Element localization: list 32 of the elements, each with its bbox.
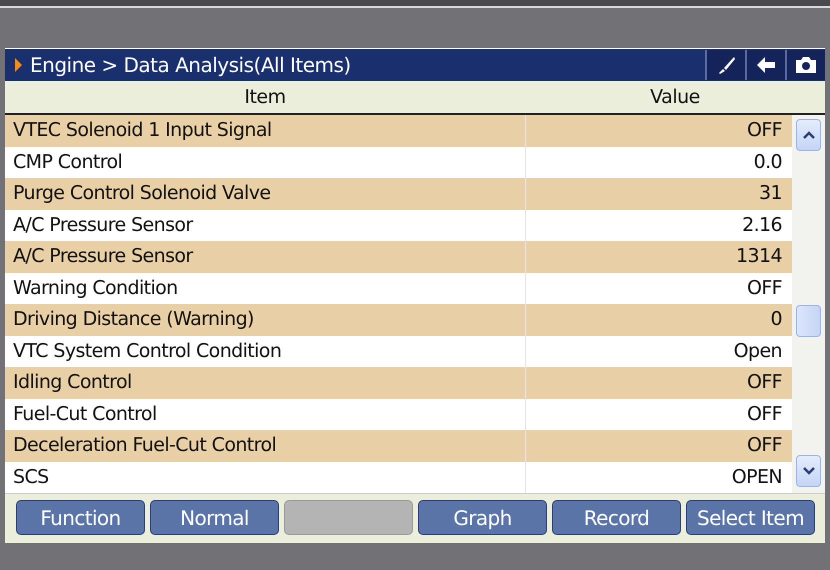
table-cell-text: VTC System Control Condition (12, 338, 282, 364)
scroll-up-button[interactable] (796, 119, 821, 151)
table-cell-text: VTEC Solenoid 1 Input Signal (12, 118, 273, 143)
back-arrow-icon (756, 56, 776, 74)
table-cell-text: A/C Pressure Sensor (12, 212, 194, 238)
back-button[interactable] (745, 50, 785, 80)
scroll-down-button[interactable] (796, 455, 821, 487)
table-cell-text: Purge Control Solenoid Valve (12, 181, 272, 206)
function-button[interactable]: Graph (418, 500, 547, 535)
triangle-icon (15, 58, 22, 72)
brush-button[interactable] (705, 50, 745, 80)
function-button[interactable]: Select Item (686, 500, 815, 535)
caret-up-icon (802, 131, 814, 139)
caret-down-icon (802, 467, 814, 475)
function-button[interactable]: Normal (150, 500, 279, 535)
scroll-thumb[interactable] (796, 305, 821, 337)
scrollbar[interactable] (792, 115, 825, 493)
table-cell-text: A/C Pressure Sensor (12, 244, 194, 269)
camera-button[interactable] (785, 50, 825, 80)
breadcrumb-text: Engine > Data Analysis(All Items) (30, 53, 351, 77)
function-button[interactable]: Record (552, 500, 681, 535)
table-cell-text: Warning Condition (12, 276, 179, 300)
column-header: Item (243, 86, 287, 108)
column-header: Value (649, 86, 701, 108)
table-cell-text: Deceleration Fuel-Cut Control (12, 433, 278, 458)
table-cell-text: Fuel-Cut Control (12, 402, 158, 426)
camera-icon (795, 56, 817, 74)
table-cell-text: Idling Control (12, 370, 133, 395)
table-cell-text: CMP Control (12, 150, 124, 174)
function-button[interactable]: Function (16, 500, 145, 535)
table-cell-text: SCS (12, 464, 50, 490)
table-cell-text: Driving Distance (Warning) (12, 307, 255, 332)
